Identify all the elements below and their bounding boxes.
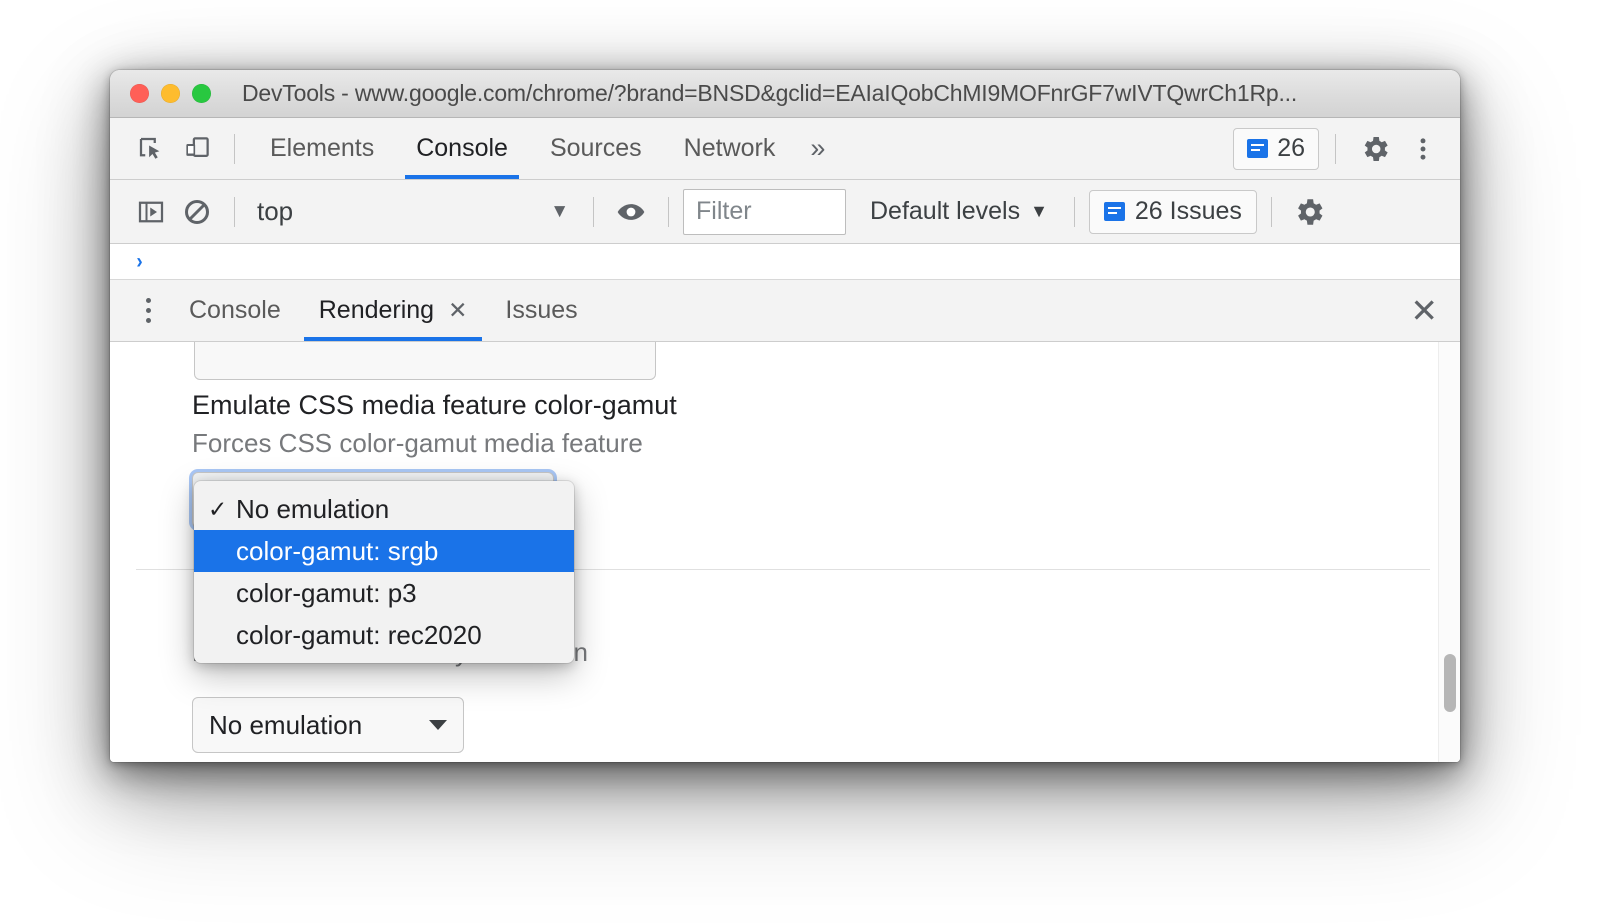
log-levels-label: Default levels (870, 197, 1021, 225)
log-levels-dropdown[interactable]: Default levels ▼ (858, 197, 1060, 226)
traffic-light-group (130, 84, 211, 103)
drawer-tab-issues-label: Issues (505, 296, 578, 324)
drawer-tab-console-label: Console (189, 296, 281, 324)
color-gamut-dropdown-menu: ✓ No emulation color-gamut: srgb color-g… (194, 481, 574, 663)
tab-elements-label: Elements (270, 134, 375, 162)
tab-elements[interactable]: Elements (249, 118, 395, 179)
console-sidebar-icon[interactable] (128, 190, 174, 234)
previous-setting-select[interactable] (194, 342, 656, 380)
drawer-tab-rendering[interactable]: Rendering ✕ (300, 280, 487, 341)
toolbar-divider-2 (1335, 133, 1336, 164)
inspect-element-icon[interactable] (128, 127, 174, 171)
javascript-context-selector[interactable]: top ▼ (249, 191, 579, 233)
console-issues-button[interactable]: 26 Issues (1088, 189, 1257, 234)
console-prompt-row[interactable]: › (110, 244, 1460, 280)
chevron-down-icon: ▼ (1030, 201, 1048, 221)
tab-network-label: Network (683, 134, 776, 162)
console-toolbar-divider-3 (668, 196, 669, 227)
close-window-button[interactable] (130, 84, 149, 103)
more-tabs-icon[interactable]: » (796, 133, 839, 164)
issue-message-icon (1103, 202, 1125, 221)
console-toolbar-divider-5 (1270, 196, 1272, 227)
vision-deficiency-select[interactable]: No emulation (192, 697, 464, 753)
menu-item-color-gamut-p3[interactable]: color-gamut: p3 (194, 572, 574, 614)
color-gamut-setting-title: Emulate CSS media feature color-gamut (192, 390, 677, 420)
drawer-tab-issues[interactable]: Issues (486, 280, 596, 341)
zoom-window-button[interactable] (192, 84, 211, 103)
window-title: DevTools - www.google.com/chrome/?brand=… (242, 80, 1298, 106)
window-titlebar: DevTools - www.google.com/chrome/?brand=… (110, 70, 1460, 118)
console-filter-input[interactable]: Filter (683, 188, 846, 235)
issues-counter-button[interactable]: 26 (1233, 127, 1319, 170)
console-toolbar-divider-4 (1073, 196, 1075, 227)
check-icon: ✓ (208, 495, 228, 522)
rendering-scroll-area: Emulate CSS media feature color-gamut Fo… (110, 342, 1460, 762)
scrollbar-thumb[interactable] (1444, 654, 1456, 712)
gear-icon[interactable] (1286, 190, 1332, 234)
tab-console-label: Console (416, 134, 508, 162)
console-toolbar: top ▼ Filter Default levels ▼ 26 Issues (110, 180, 1460, 244)
console-issues-label: 26 Issues (1134, 197, 1242, 225)
devtools-main-toolbar: Elements Console Sources Network » 26 (110, 118, 1460, 180)
menu-item-color-gamut-srgb-label: color-gamut: srgb (236, 535, 439, 566)
console-toolbar-divider-1 (234, 196, 235, 227)
toolbar-right-group: 26 (1233, 127, 1460, 171)
console-toolbar-divider-2 (593, 196, 594, 227)
eye-icon[interactable] (608, 190, 654, 234)
rendering-pane: Emulate CSS media feature color-gamut Fo… (110, 342, 1460, 762)
tab-network[interactable]: Network (663, 118, 797, 179)
devtools-window: DevTools - www.google.com/chrome/?brand=… (110, 70, 1460, 762)
menu-item-no-emulation[interactable]: ✓ No emulation (194, 488, 574, 530)
chevron-down-icon (429, 720, 447, 730)
close-drawer-icon[interactable]: ✕ (1410, 294, 1438, 327)
menu-item-no-emulation-label: No emulation (236, 493, 390, 524)
drawer-kebab-menu-icon[interactable] (126, 289, 170, 333)
toolbar-divider (234, 133, 235, 164)
menu-item-color-gamut-rec2020-label: color-gamut: rec2020 (236, 619, 482, 650)
vision-deficiency-select-value: No emulation (209, 709, 363, 740)
context-value: top (257, 196, 294, 226)
menu-item-color-gamut-rec2020[interactable]: color-gamut: rec2020 (194, 614, 574, 656)
drawer-tab-rendering-label: Rendering (318, 296, 435, 324)
menu-item-color-gamut-srgb[interactable]: color-gamut: srgb (194, 530, 574, 572)
drawer-tab-console[interactable]: Console (170, 280, 300, 341)
device-toolbar-icon[interactable] (174, 127, 220, 171)
tab-sources[interactable]: Sources (529, 118, 663, 179)
issues-count-label: 26 (1277, 134, 1305, 162)
drawer-tab-bar: Console Rendering ✕ Issues ✕ (110, 280, 1460, 342)
issue-message-icon (1247, 139, 1269, 158)
close-icon[interactable]: ✕ (448, 299, 467, 322)
devtools-tab-strip: Elements Console Sources Network » (249, 118, 839, 179)
chevron-down-icon: ▼ (550, 200, 569, 222)
tab-console[interactable]: Console (395, 118, 529, 179)
minimize-window-button[interactable] (161, 84, 180, 103)
screenshot-stage: DevTools - www.google.com/chrome/?brand=… (0, 0, 1598, 924)
rendering-pane-scrollbar[interactable] (1438, 342, 1460, 762)
kebab-menu-icon[interactable] (1400, 127, 1446, 171)
menu-item-color-gamut-p3-label: color-gamut: p3 (236, 577, 417, 608)
more-tabs-glyph: » (810, 133, 826, 163)
console-prompt-caret-icon: › (136, 249, 143, 273)
gear-icon[interactable] (1352, 127, 1398, 171)
color-gamut-setting-subtitle: Forces CSS color-gamut media feature (192, 428, 643, 458)
clear-console-icon[interactable] (174, 190, 220, 234)
tab-sources-label: Sources (549, 134, 642, 162)
